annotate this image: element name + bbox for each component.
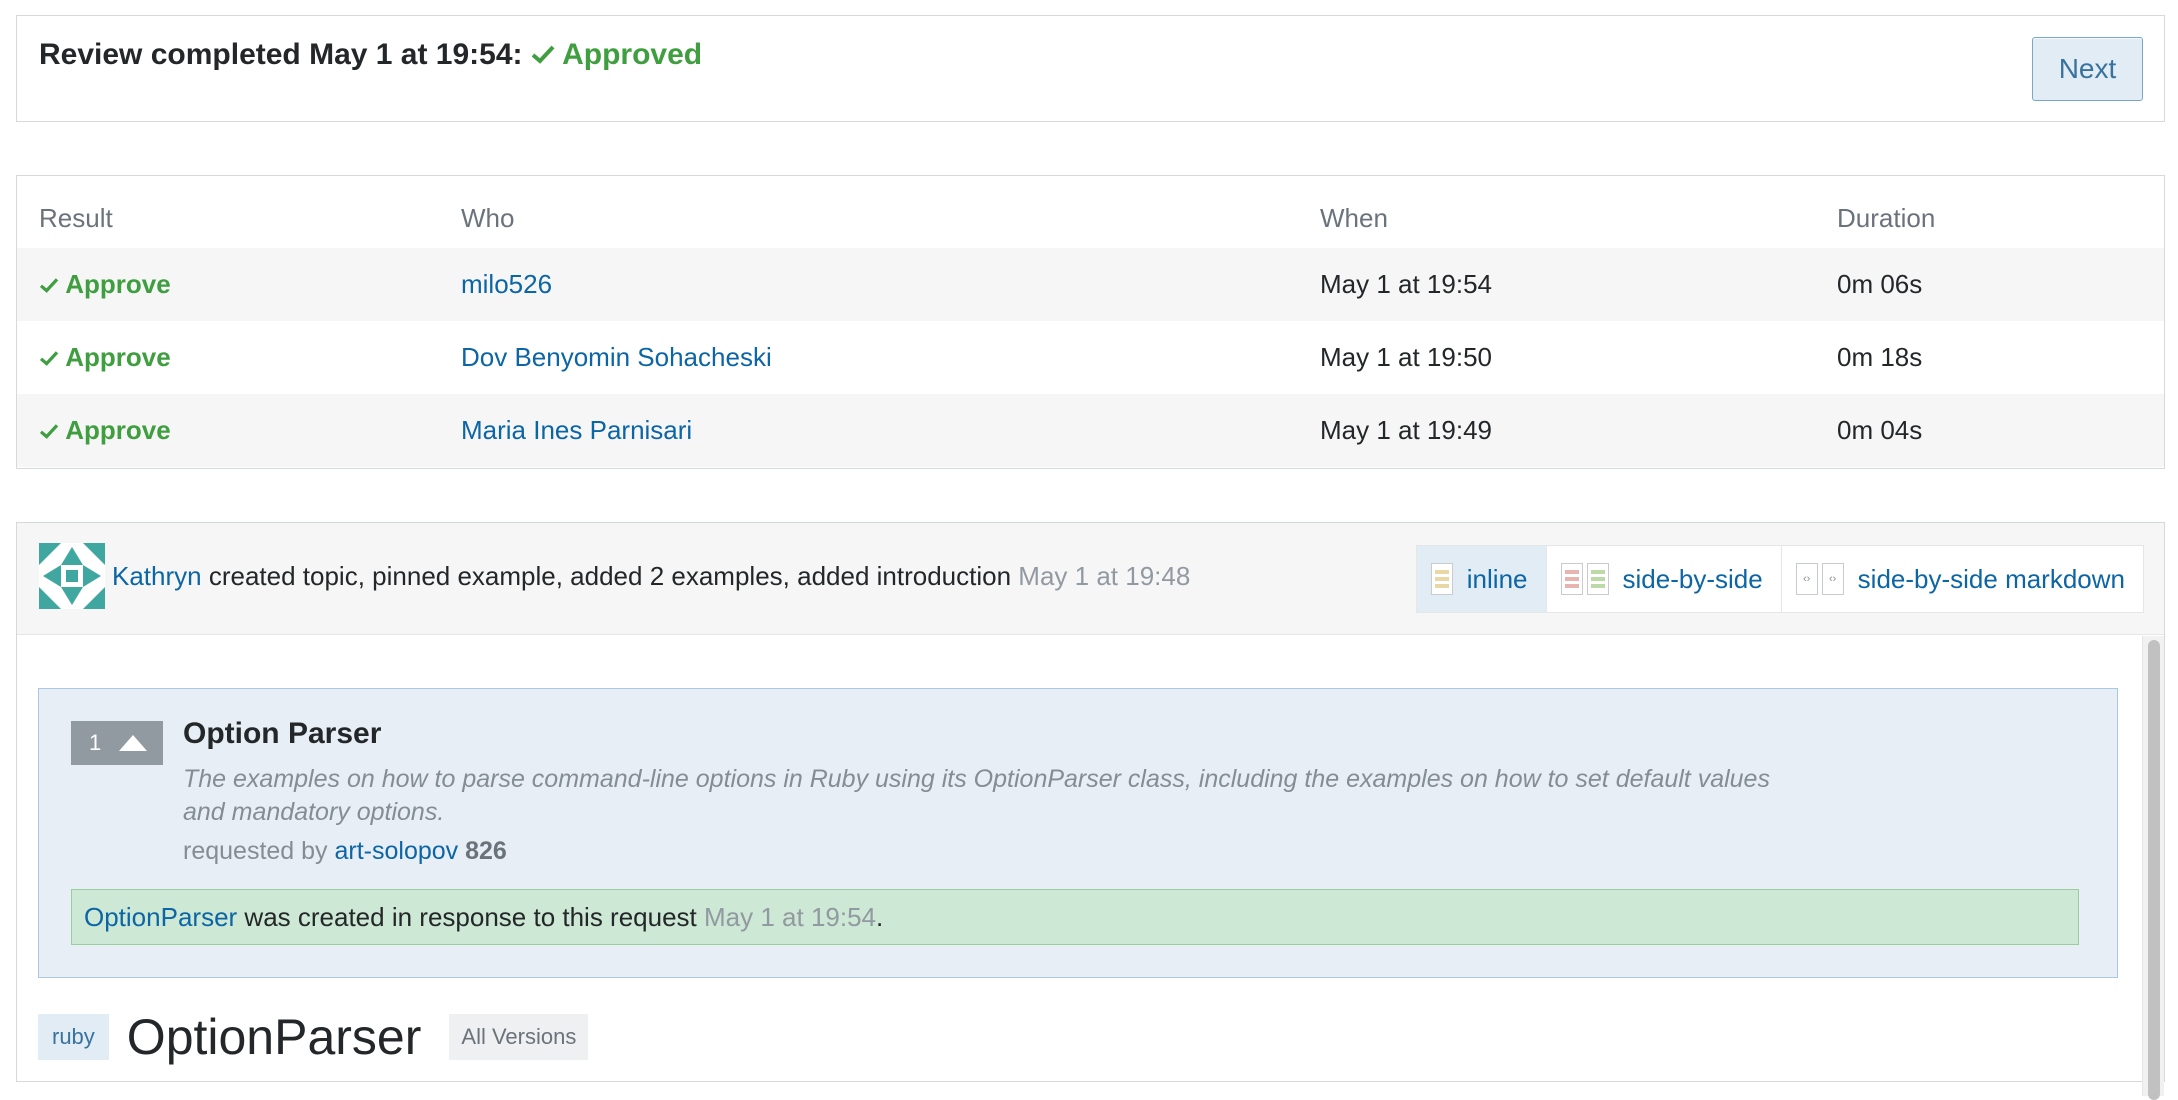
document-icon xyxy=(1430,563,1453,595)
reviewer-link[interactable]: milo526 xyxy=(461,269,552,299)
created-topic-link[interactable]: OptionParser xyxy=(84,902,237,933)
table-row: Approve Maria Ines Parnisari May 1 at 19… xyxy=(17,394,2164,467)
result-cell: Approve xyxy=(17,394,461,467)
column-header-duration: Duration xyxy=(1837,202,1936,233)
tab-inline[interactable]: inline xyxy=(1416,546,1547,612)
vote-count: 1 xyxy=(89,730,102,755)
created-period: . xyxy=(876,901,884,932)
column-header-result: Result xyxy=(39,202,113,233)
result-label: Approve xyxy=(65,269,171,299)
when-cell: May 1 at 19:50 xyxy=(1320,342,1492,372)
checkmark-icon xyxy=(531,38,555,72)
review-status-panel: Review completed May 1 at 19:54: Approve… xyxy=(16,15,2165,122)
checkmark-icon xyxy=(39,342,59,373)
created-notice: OptionParser was created in response to … xyxy=(71,889,2079,945)
scrollbar-thumb[interactable] xyxy=(2148,640,2160,1100)
tab-inline-label: inline xyxy=(1466,563,1528,594)
revision-action: created topic, pinned example, added 2 e… xyxy=(208,561,1012,591)
result-label: Approve xyxy=(65,342,171,372)
requested-by: requested by art-solopov 826 xyxy=(183,837,507,866)
when-cell: May 1 at 19:54 xyxy=(1320,248,1837,321)
next-button[interactable]: Next xyxy=(2032,37,2143,101)
revision-time: May 1 at 19:48 xyxy=(1018,561,1191,591)
checkmark-icon xyxy=(39,269,59,300)
review-status-value: Approved xyxy=(562,38,703,71)
column-header-who: Who xyxy=(461,202,515,233)
request-title: Option Parser xyxy=(183,717,382,750)
language-tag[interactable]: ruby xyxy=(38,1014,109,1060)
scrollbar[interactable] xyxy=(2142,636,2164,1100)
request-description: The examples on how to parse command-lin… xyxy=(183,765,1770,826)
created-time: May 1 at 19:54 xyxy=(704,901,877,932)
code-document-pair-icon: ‹› ‹› xyxy=(1795,563,1844,595)
document-pair-icon xyxy=(1560,563,1609,595)
revision-header: Kathryn created topic, pinned example, a… xyxy=(17,523,2164,635)
revision-summary: Kathryn created topic, pinned example, a… xyxy=(112,561,1190,592)
table-header-row: Result Who When Duration xyxy=(17,176,2164,248)
when-cell: May 1 at 19:49 xyxy=(1320,394,1837,467)
result-cell: Approve xyxy=(17,248,461,321)
vote-button[interactable]: 1 xyxy=(71,721,163,765)
topic-request-box: 1 Option Parser The examples on how to p… xyxy=(38,688,2118,978)
avatar[interactable] xyxy=(39,543,105,609)
tab-side-by-side[interactable]: side-by-side xyxy=(1547,546,1782,612)
reviews-table: Result Who When Duration Approve milo526… xyxy=(16,175,2165,469)
diff-view-tabs: inline side-by-side ‹› ‹› side-by-side m… xyxy=(1415,545,2144,613)
checkmark-icon xyxy=(39,415,59,446)
topic-heading: ruby OptionParser All Versions xyxy=(38,1008,589,1066)
column-header-when: When xyxy=(1320,202,1388,233)
duration-cell: 0m 18s xyxy=(1837,342,1923,372)
reviewer-link[interactable]: Maria Ines Parnisari xyxy=(461,415,692,445)
requester-reputation: 826 xyxy=(465,837,507,865)
table-row: Approve milo526 May 1 at 19:54 0m 06s xyxy=(17,248,2164,321)
result-cell: Approve xyxy=(17,321,461,394)
duration-cell: 0m 04s xyxy=(1837,394,2164,467)
tab-side-by-side-label: side-by-side xyxy=(1622,563,1763,594)
versions-badge[interactable]: All Versions xyxy=(449,1014,589,1060)
created-text: was created in response to this request xyxy=(244,901,697,932)
requested-by-label: requested by xyxy=(183,837,328,865)
tab-side-by-side-markdown[interactable]: ‹› ‹› side-by-side markdown xyxy=(1782,546,2143,612)
revision-panel: Kathryn created topic, pinned example, a… xyxy=(16,522,2165,1100)
tab-side-by-side-markdown-label: side-by-side markdown xyxy=(1857,563,2125,594)
topic-title: OptionParser xyxy=(126,1009,422,1065)
reviewer-link[interactable]: Dov Benyomin Sohacheski xyxy=(461,342,772,372)
result-label: Approve xyxy=(65,415,171,445)
revision-author-link[interactable]: Kathryn xyxy=(112,561,202,591)
table-row: Approve Dov Benyomin Sohacheski May 1 at… xyxy=(17,321,2164,394)
review-status-prefix: Review completed May 1 at 19:54: xyxy=(39,38,523,71)
review-status-title: Review completed May 1 at 19:54: Approve… xyxy=(39,38,702,72)
duration-cell: 0m 06s xyxy=(1837,248,2164,321)
requester-link[interactable]: art-solopov xyxy=(335,837,459,865)
upvote-arrow-icon xyxy=(119,735,148,751)
